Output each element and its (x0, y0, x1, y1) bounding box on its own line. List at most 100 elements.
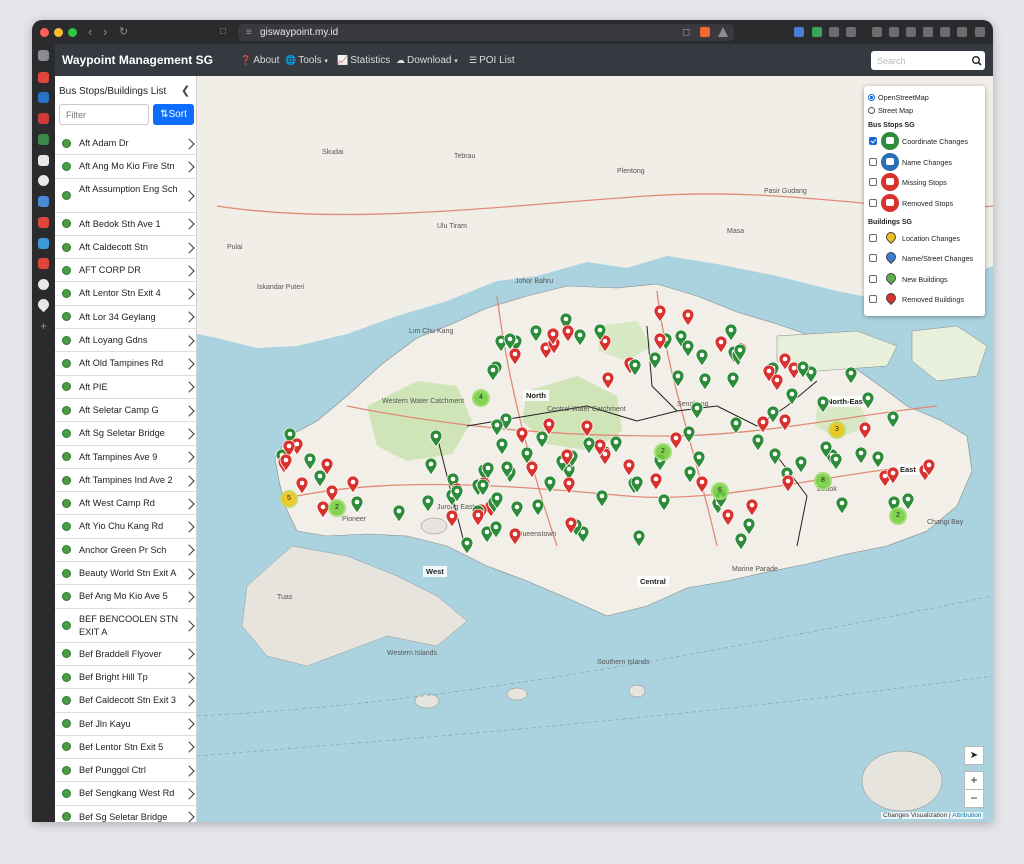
map-marker-green[interactable] (861, 391, 875, 410)
map-marker-green[interactable] (816, 395, 830, 414)
chevron-right-icon[interactable] (183, 404, 195, 417)
map-marker-green[interactable] (766, 405, 780, 424)
menu-icon[interactable] (975, 27, 985, 37)
chevron-right-icon[interactable] (183, 311, 195, 324)
list-item[interactable]: Aft Loyang Gdns (55, 329, 196, 353)
map-marker-red[interactable] (781, 475, 795, 493)
map-marker-green[interactable] (490, 419, 504, 437)
map-marker-green[interactable] (854, 447, 868, 466)
chevron-right-icon[interactable] (183, 265, 195, 277)
checkbox-coordinate-changes[interactable] (869, 137, 877, 145)
list-item[interactable]: Bef Lentor Stn Exit 5 (55, 736, 196, 760)
list-item[interactable]: Aft Adam Dr (55, 132, 196, 156)
map-marker-green[interactable] (595, 489, 609, 508)
map-marker-green[interactable] (543, 476, 557, 494)
map-marker-green[interactable] (886, 410, 900, 429)
chevron-right-icon[interactable] (183, 765, 195, 777)
map-marker-red[interactable] (922, 458, 936, 477)
map-marker-red[interactable] (445, 509, 459, 528)
app-icon-circle[interactable] (38, 175, 49, 186)
chevron-right-icon[interactable] (183, 358, 195, 370)
app-icon-red[interactable] (38, 113, 49, 124)
chevron-right-icon[interactable] (183, 241, 195, 254)
base-layer-osm[interactable]: OpenStreetMap (868, 93, 929, 103)
marker-cluster[interactable]: 8 (814, 472, 832, 490)
map-marker-green[interactable] (751, 433, 765, 452)
extension-icon-4[interactable] (846, 27, 856, 37)
list-item[interactable]: Aft Yio Chu Kang Rd (55, 515, 196, 539)
list-item[interactable]: Aft Old Tampines Rd (55, 352, 196, 376)
checkbox-removed-stops[interactable] (869, 199, 877, 207)
map-marker-green[interactable] (486, 364, 500, 383)
chevron-right-icon[interactable] (183, 137, 195, 150)
chevron-right-icon[interactable] (183, 544, 195, 557)
list-item[interactable]: Bef Bright Hill Tp (55, 666, 196, 690)
list-item[interactable]: Aft Caldecott Stn (55, 236, 196, 260)
linkedin-icon[interactable] (38, 92, 49, 103)
map-marker-green[interactable] (695, 349, 709, 367)
base-layer-street[interactable]: Street Map (868, 106, 913, 116)
wallet-icon[interactable] (906, 27, 916, 37)
map-marker-green[interactable] (392, 505, 406, 523)
list-item[interactable]: Aft Bedok Sth Ave 1 (55, 213, 196, 236)
marker-cluster[interactable]: 3 (828, 421, 846, 439)
map-marker-green[interactable] (657, 493, 671, 512)
list-item[interactable]: Beauty World Stn Exit A (55, 562, 196, 586)
map-marker-green[interactable] (682, 426, 696, 445)
map-marker-green[interactable] (593, 323, 607, 342)
marker-cluster[interactable]: 2 (328, 499, 346, 517)
chevron-right-icon[interactable] (183, 648, 195, 660)
map-marker-green[interactable] (424, 458, 438, 476)
checkbox-new-buildings[interactable] (869, 275, 877, 283)
map-marker-green[interactable] (692, 451, 706, 469)
map-marker-green[interactable] (503, 333, 517, 351)
chevron-right-icon[interactable] (183, 741, 195, 754)
map-marker-red[interactable] (580, 420, 594, 438)
map-marker-red[interactable] (279, 454, 293, 472)
map-marker-green[interactable] (726, 372, 740, 390)
chevron-right-icon[interactable] (183, 521, 195, 533)
list-item[interactable]: Bef Ang Mo Kio Ave 5 (55, 585, 196, 609)
extension-icon-1[interactable] (794, 27, 804, 37)
list-item[interactable]: BEF BENCOOLEN STN EXIT A (55, 609, 196, 643)
music-icon[interactable] (872, 27, 882, 37)
chevron-right-icon[interactable] (183, 428, 195, 440)
map-marker-green[interactable] (350, 495, 364, 514)
map-marker-red[interactable] (622, 459, 636, 477)
app-icon-circle-2[interactable] (38, 279, 49, 290)
map-marker-red[interactable] (471, 509, 485, 527)
list-item[interactable]: Aft Lentor Stn Exit 4 (55, 282, 196, 306)
brave-rewards-icon[interactable] (718, 27, 728, 37)
chevron-right-icon[interactable] (183, 288, 195, 300)
map-marker-red[interactable] (778, 353, 792, 371)
list-item[interactable]: Aft Ang Mo Kio Fire Stn (55, 155, 196, 179)
map-marker-green[interactable] (794, 456, 808, 475)
map-marker-red[interactable] (525, 460, 539, 479)
checkbox-location-changes[interactable] (869, 234, 877, 242)
map-marker-green[interactable] (313, 470, 327, 488)
chevron-right-icon[interactable] (183, 568, 195, 580)
map-marker-red[interactable] (858, 421, 872, 440)
map-marker-green[interactable] (303, 452, 317, 471)
list-item[interactable]: Bef Jln Kayu (55, 713, 196, 736)
map-marker-red[interactable] (295, 477, 309, 495)
list-item[interactable]: Aft Tampines Ind Ave 2 (55, 469, 196, 493)
map-marker-green[interactable] (421, 494, 435, 513)
map-marker-red[interactable] (721, 508, 735, 527)
list-item[interactable]: Aft Assumption Eng Sch (55, 179, 196, 213)
marker-cluster[interactable]: 6 (711, 482, 729, 500)
chevron-right-icon[interactable] (183, 189, 195, 202)
map-marker-green[interactable] (535, 431, 549, 449)
shield-icon[interactable] (940, 27, 950, 37)
map-marker-green[interactable] (495, 437, 509, 456)
map-marker-red[interactable] (564, 517, 578, 535)
map-marker-green[interactable] (632, 530, 646, 548)
chevron-right-icon[interactable] (183, 619, 195, 632)
map-marker-green[interactable] (844, 366, 858, 385)
sidebar-toggle-icon[interactable] (889, 27, 899, 37)
map-marker-green[interactable] (835, 496, 849, 515)
map-marker-green[interactable] (768, 447, 782, 466)
map-marker-red[interactable] (546, 327, 560, 346)
map-marker-green[interactable] (429, 430, 443, 448)
chevron-right-icon[interactable] (183, 718, 195, 730)
